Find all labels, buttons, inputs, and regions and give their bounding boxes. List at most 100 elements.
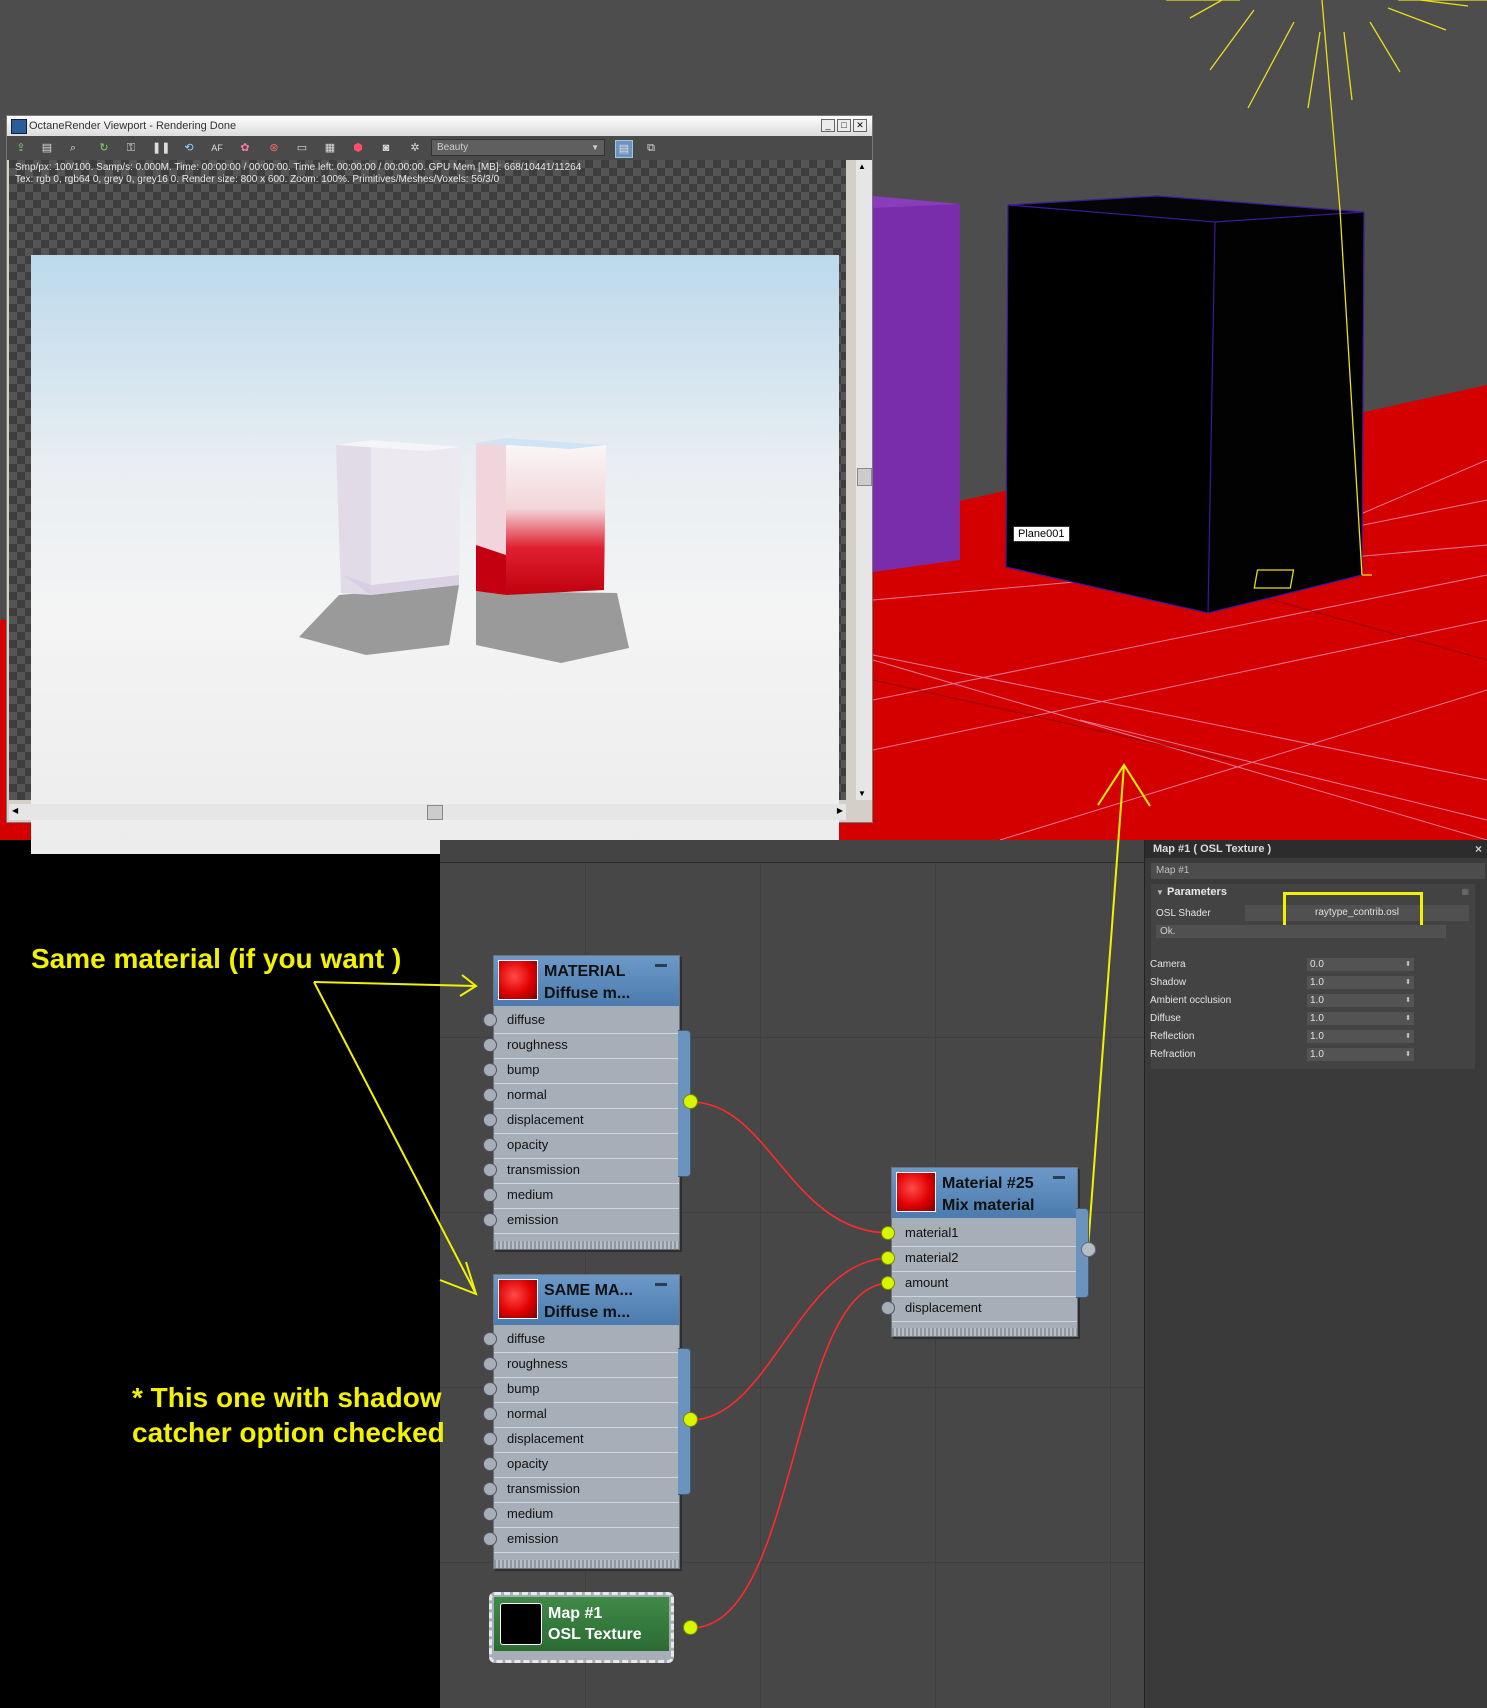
spinner-icon[interactable]: ⬍ bbox=[1405, 976, 1411, 989]
port-socket[interactable] bbox=[483, 1507, 497, 1521]
node-header[interactable]: Material #25 Mix material bbox=[892, 1168, 1077, 1218]
scroll-thumb[interactable] bbox=[857, 468, 872, 486]
focus-icon[interactable]: AF bbox=[209, 140, 225, 156]
param-shadow-spinner[interactable]: 1.0 ⬍ bbox=[1307, 976, 1414, 989]
port-displacement[interactable]: displacement bbox=[483, 1108, 679, 1134]
port-transmission[interactable]: transmission bbox=[483, 1477, 679, 1503]
port-socket[interactable] bbox=[483, 1088, 497, 1102]
port-socket[interactable] bbox=[881, 1226, 895, 1240]
maximize-button[interactable]: □ bbox=[837, 119, 851, 132]
material-output-socket[interactable] bbox=[683, 1412, 698, 1427]
port-socket[interactable] bbox=[483, 1063, 497, 1077]
vertical-scrollbar[interactable]: ▲ ▼ bbox=[856, 160, 872, 800]
restart-icon[interactable]: ⟲ bbox=[181, 140, 197, 156]
spinner-icon[interactable]: ⬍ bbox=[1405, 1030, 1411, 1043]
param-camera-spinner[interactable]: 0.0 ⬍ bbox=[1307, 958, 1414, 971]
rollout-toggle-icon[interactable]: ▼ bbox=[1156, 888, 1164, 897]
port-diffuse[interactable]: diffuse bbox=[483, 1008, 679, 1034]
region-icon[interactable]: ⊛ bbox=[266, 140, 282, 156]
port-emission[interactable]: emission bbox=[483, 1208, 679, 1234]
port-opacity[interactable]: opacity bbox=[483, 1133, 679, 1159]
port-socket[interactable] bbox=[483, 1013, 497, 1027]
param-refraction-spinner[interactable]: 1.0 ⬍ bbox=[1307, 1048, 1414, 1061]
port-displacement[interactable]: displacement bbox=[483, 1427, 679, 1453]
scroll-down-icon[interactable]: ▼ bbox=[858, 789, 866, 798]
port-diffuse[interactable]: diffuse bbox=[483, 1327, 679, 1353]
port-medium[interactable]: medium bbox=[483, 1502, 679, 1528]
texture-output-socket[interactable] bbox=[683, 1620, 698, 1635]
rollout-title[interactable]: Parameters bbox=[1167, 886, 1227, 898]
port-material1[interactable]: material1 bbox=[881, 1221, 1077, 1247]
render-pass-select[interactable]: Beauty ▼ bbox=[431, 139, 605, 156]
export-icon[interactable]: ⇪ bbox=[13, 140, 29, 156]
save-icon[interactable]: ▤ bbox=[39, 140, 55, 156]
port-socket[interactable] bbox=[483, 1163, 497, 1177]
shadow-catcher-material-node[interactable]: SAME MA... Diffuse m... diffuse roughnes… bbox=[483, 1274, 680, 1569]
port-material2[interactable]: material2 bbox=[881, 1246, 1077, 1272]
spinner-icon[interactable]: ⬍ bbox=[1405, 1048, 1411, 1061]
port-transmission[interactable]: transmission bbox=[483, 1158, 679, 1184]
port-socket[interactable] bbox=[483, 1457, 497, 1471]
port-opacity[interactable]: opacity bbox=[483, 1452, 679, 1478]
port-socket[interactable] bbox=[483, 1382, 497, 1396]
node-header[interactable]: Map #1 OSL Texture bbox=[494, 1597, 669, 1651]
rollout-pin-icon[interactable]: ▦ bbox=[1461, 887, 1469, 896]
port-socket[interactable] bbox=[483, 1357, 497, 1371]
horizontal-scrollbar[interactable]: ◀ ▶ bbox=[9, 804, 846, 820]
port-emission[interactable]: emission bbox=[483, 1527, 679, 1553]
scroll-thumb[interactable] bbox=[427, 805, 443, 820]
port-socket[interactable] bbox=[483, 1532, 497, 1546]
port-socket[interactable] bbox=[483, 1432, 497, 1446]
camera-icon[interactable]: ◙ bbox=[378, 140, 394, 156]
port-socket[interactable] bbox=[483, 1213, 497, 1227]
material-node[interactable]: MATERIAL Diffuse m... diffuse roughness … bbox=[483, 955, 680, 1250]
collapse-icon[interactable] bbox=[1053, 1176, 1065, 1179]
param-ao-spinner[interactable]: 1.0 ⬍ bbox=[1307, 994, 1414, 1007]
port-socket[interactable] bbox=[483, 1332, 497, 1346]
film-icon[interactable]: ▦ bbox=[322, 140, 338, 156]
material-output-socket[interactable] bbox=[683, 1094, 698, 1109]
minimize-button[interactable]: _ bbox=[821, 119, 835, 132]
scroll-left-icon[interactable]: ◀ bbox=[12, 806, 18, 815]
port-roughness[interactable]: roughness bbox=[483, 1352, 679, 1378]
port-bump[interactable]: bump bbox=[483, 1058, 679, 1084]
port-amount[interactable]: amount bbox=[881, 1271, 1077, 1297]
port-socket[interactable] bbox=[483, 1038, 497, 1052]
fit-icon[interactable]: ⧉ bbox=[643, 140, 659, 156]
viewport-title-bar[interactable]: OctaneRender Viewport - Rendering Done _… bbox=[7, 116, 872, 136]
port-socket[interactable] bbox=[483, 1482, 497, 1496]
close-icon[interactable]: × bbox=[1475, 840, 1482, 858]
settings-icon[interactable]: ✲ bbox=[407, 140, 423, 156]
lock-icon[interactable]: ⚿ bbox=[123, 140, 139, 156]
port-displacement[interactable]: displacement bbox=[881, 1296, 1077, 1322]
port-socket[interactable] bbox=[881, 1301, 895, 1315]
port-socket[interactable] bbox=[881, 1251, 895, 1265]
port-socket[interactable] bbox=[881, 1276, 895, 1290]
param-diffuse-spinner[interactable]: 1.0 ⬍ bbox=[1307, 1012, 1414, 1025]
spinner-icon[interactable]: ⬍ bbox=[1405, 1012, 1411, 1025]
port-roughness[interactable]: roughness bbox=[483, 1033, 679, 1059]
node-header[interactable]: SAME MA... Diffuse m... bbox=[494, 1275, 679, 1325]
collapse-icon[interactable] bbox=[655, 1283, 667, 1286]
material-icon[interactable]: ⬢ bbox=[350, 140, 366, 156]
pause-icon[interactable]: ❚❚ bbox=[152, 140, 170, 156]
node-header[interactable]: MATERIAL Diffuse m... bbox=[494, 956, 679, 1006]
spinner-icon[interactable]: ⬍ bbox=[1405, 958, 1411, 971]
zoom-icon[interactable]: ⌕ bbox=[65, 140, 81, 156]
port-normal[interactable]: normal bbox=[483, 1402, 679, 1428]
port-socket[interactable] bbox=[483, 1407, 497, 1421]
osl-texture-node[interactable]: Map #1 OSL Texture bbox=[489, 1592, 674, 1663]
port-medium[interactable]: medium bbox=[483, 1183, 679, 1209]
scroll-right-icon[interactable]: ▶ bbox=[837, 806, 843, 815]
scroll-up-icon[interactable]: ▲ bbox=[858, 162, 866, 171]
color-picker-icon[interactable]: ✿ bbox=[237, 140, 253, 156]
port-socket[interactable] bbox=[483, 1113, 497, 1127]
port-socket[interactable] bbox=[483, 1188, 497, 1202]
refresh-icon[interactable]: ↻ bbox=[96, 140, 112, 156]
port-socket[interactable] bbox=[483, 1138, 497, 1152]
mix-output-socket[interactable] bbox=[1081, 1242, 1096, 1257]
param-reflection-spinner[interactable]: 1.0 ⬍ bbox=[1307, 1030, 1414, 1043]
port-normal[interactable]: normal bbox=[483, 1083, 679, 1109]
close-button[interactable]: ✕ bbox=[853, 119, 867, 132]
map-name-field[interactable]: Map #1 bbox=[1151, 863, 1485, 879]
